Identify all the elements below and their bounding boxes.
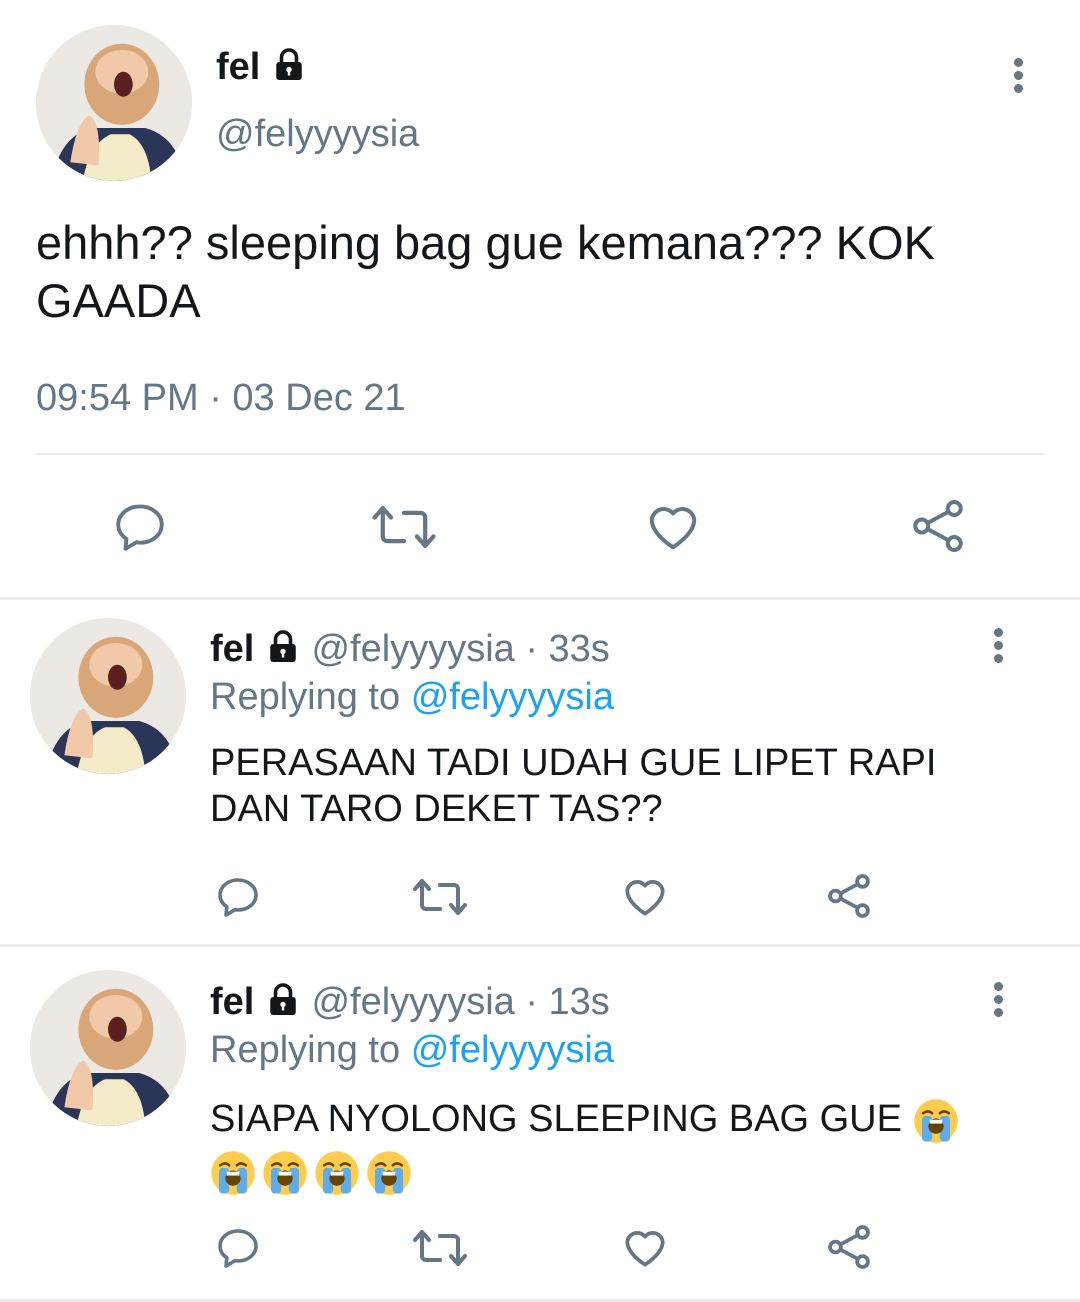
retweet-icon[interactable] (412, 1224, 468, 1272)
handle[interactable]: @felyyyysia (216, 112, 419, 156)
more-vertical-icon[interactable] (991, 628, 1005, 663)
share-icon[interactable] (824, 1222, 874, 1272)
display-name[interactable]: fel (210, 628, 254, 670)
reply-text: PERASAAN TADI UDAH GUE LIPET RAPI DAN TA… (210, 742, 937, 830)
share-icon[interactable] (824, 871, 874, 921)
reply-icon[interactable] (214, 873, 262, 921)
handle-time[interactable]: @felyyyysia · 13s (311, 981, 609, 1023)
replying-to-link[interactable]: @felyyyysia (411, 1029, 614, 1071)
loudly-crying-face-icon (315, 1151, 359, 1195)
reply-header: fel @felyyyysia · 13s (210, 979, 610, 1025)
reply-icon[interactable] (214, 1224, 262, 1272)
tweet-timestamp: 09:54 PM · 03 Dec 21 (36, 377, 406, 419)
tweet-divider (0, 597, 1080, 600)
reply-text: SIAPA NYOLONG SLEEPING BAG GUE (210, 1094, 1010, 1196)
avatar-image (30, 618, 186, 774)
separator (36, 453, 1044, 455)
loudly-crying-face-icon (367, 1151, 411, 1195)
avatar[interactable] (30, 618, 186, 774)
lock-icon (276, 48, 302, 80)
tweet-divider (0, 944, 1080, 947)
handle-time[interactable]: @felyyyysia · 33s (311, 628, 609, 670)
more-vertical-icon[interactable] (1011, 58, 1025, 93)
avatar[interactable] (30, 970, 186, 1126)
more-vertical-icon[interactable] (991, 982, 1005, 1017)
like-icon[interactable] (620, 871, 670, 921)
tweet-text: ehhh?? sleeping bag gue kemana??? KOK GA… (36, 216, 935, 327)
avatar-image (36, 25, 192, 181)
loudly-crying-face-icon (211, 1151, 255, 1195)
replying-to-link[interactable]: @felyyyysia (411, 676, 614, 718)
display-name[interactable]: fel (216, 44, 307, 90)
loudly-crying-face-icon (913, 1099, 958, 1143)
like-icon[interactable] (643, 496, 703, 556)
replying-to: Replying to @felyyyysia (210, 1029, 614, 1071)
retweet-icon[interactable] (412, 873, 468, 921)
lock-icon (270, 630, 296, 662)
loudly-crying-face-icon (263, 1151, 307, 1195)
reply-icon[interactable] (111, 498, 169, 556)
display-name[interactable]: fel (210, 981, 254, 1023)
like-icon[interactable] (620, 1222, 670, 1272)
retweet-icon[interactable] (371, 498, 437, 556)
lock-icon (270, 983, 296, 1015)
replying-to: Replying to @felyyyysia (210, 676, 614, 718)
avatar-image (30, 970, 186, 1126)
reply-header: fel @felyyyysia · 33s (210, 626, 610, 672)
avatar[interactable] (36, 25, 192, 181)
share-icon[interactable] (908, 496, 968, 556)
